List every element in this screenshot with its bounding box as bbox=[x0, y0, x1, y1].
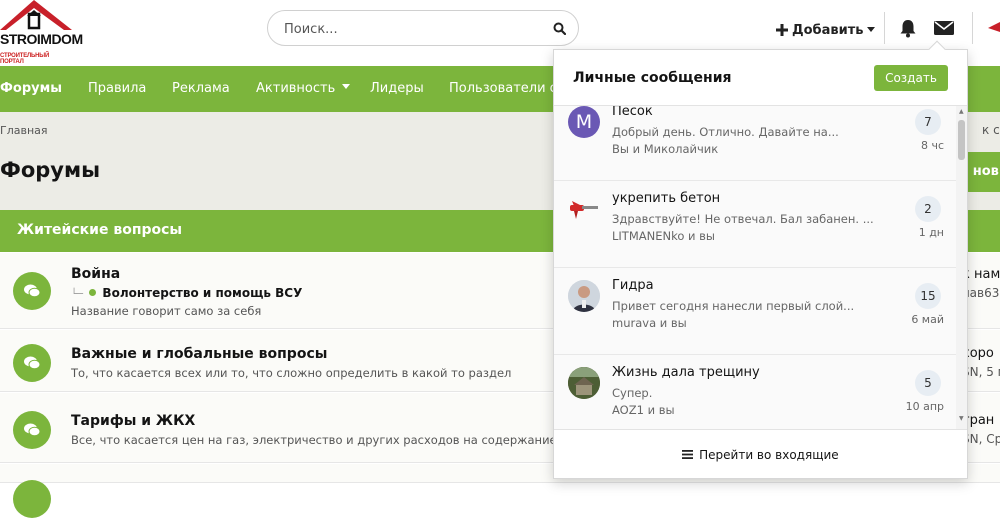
avatar[interactable] bbox=[568, 280, 600, 312]
conversation-snippet: Добрый день. Отлично. Давайте на... bbox=[612, 125, 839, 139]
forum-title[interactable]: Война bbox=[71, 266, 120, 282]
scroll-up-icon[interactable]: ▲ bbox=[959, 108, 964, 115]
forum-chat-icon bbox=[13, 344, 51, 382]
drill-avatar-icon bbox=[570, 201, 598, 219]
user-avatar-icon[interactable] bbox=[988, 20, 1000, 36]
logo-tagline: СТРОИТЕЛЬНЫЙ ПОРТАЛ bbox=[0, 53, 50, 65]
category-title: Житейские вопросы bbox=[17, 222, 183, 238]
plus-icon bbox=[776, 24, 788, 36]
search-link-peek[interactable]: к сай bbox=[982, 123, 1000, 137]
list-icon bbox=[682, 450, 694, 459]
conversation-snippet: Здравствуйте! Не отвечал. Бал забанен. .… bbox=[612, 212, 874, 226]
messages-dropdown-header: Личные сообщения Создать bbox=[554, 50, 967, 106]
nav-activity-label: Активность bbox=[256, 81, 336, 96]
forum-chat-icon bbox=[13, 411, 51, 449]
forum-description: Название говорит само за себя bbox=[71, 304, 262, 318]
reply-count-badge: 15 bbox=[915, 283, 941, 309]
conversation-participants: AOZ1 и вы bbox=[612, 403, 675, 417]
subforum-title: Волонтерство и помощь ВСУ bbox=[102, 286, 303, 300]
forum-description: То, что касается всех или то, что сложно… bbox=[71, 366, 512, 380]
conversation-subject: Жизнь дала трещину bbox=[612, 365, 760, 380]
conversation-snippet: Привет сегодня нанесли первый слой... bbox=[612, 299, 855, 313]
inbox-link-label: Перейти во входящие bbox=[699, 448, 839, 462]
house-roof-icon bbox=[0, 0, 72, 30]
inbox-link[interactable]: Перейти во входящие bbox=[554, 448, 967, 462]
conversation-item[interactable]: укрепить бетон Здравствуйте! Не отвечал.… bbox=[554, 181, 956, 268]
forum-description: Все, что касается цен на газ, электричес… bbox=[71, 433, 586, 447]
bell-icon[interactable] bbox=[899, 19, 917, 38]
conversation-subject: Гидра bbox=[612, 278, 654, 293]
reply-count-badge: 7 bbox=[915, 109, 941, 135]
conversation-time: 8 чс bbox=[920, 139, 944, 152]
conversation-snippet: Супер. bbox=[612, 386, 653, 400]
conversation-participants: Вы и Миколайчик bbox=[612, 142, 719, 156]
nav-leaders[interactable]: Лидеры bbox=[370, 66, 424, 112]
add-button-label: Добавить bbox=[792, 22, 864, 38]
reply-count-badge: 2 bbox=[915, 196, 941, 222]
forum-chat-icon bbox=[13, 480, 51, 518]
conversation-item[interactable]: Жизнь дала трещину Супер. AOZ1 и вы 5 10… bbox=[554, 355, 956, 429]
messages-dropdown-footer: Перейти во входящие bbox=[554, 429, 967, 478]
header-divider bbox=[884, 12, 885, 44]
avatar[interactable]: M bbox=[568, 106, 600, 138]
nav-activity[interactable]: Активность bbox=[256, 66, 351, 112]
site-logo[interactable]: STROIMDOM СТРОИТЕЛЬНЫЙ ПОРТАЛ bbox=[0, 0, 83, 65]
status-dot-icon bbox=[89, 289, 97, 296]
conversation-item[interactable]: M Песок Добрый день. Отлично. Давайте на… bbox=[554, 106, 956, 181]
messages-title: Личные сообщения bbox=[573, 70, 732, 86]
nav-ads[interactable]: Реклама bbox=[172, 66, 230, 112]
avatar[interactable] bbox=[568, 367, 600, 399]
conversation-subject: укрепить бетон bbox=[612, 191, 721, 206]
conversation-time: 10 апр bbox=[905, 400, 944, 413]
envelope-icon[interactable] bbox=[934, 20, 954, 36]
caret-down-icon bbox=[342, 84, 351, 89]
conversation-participants: murava и вы bbox=[612, 316, 687, 330]
conversation-participants: LITMANENko и вы bbox=[612, 229, 716, 243]
person-photo-avatar-icon bbox=[568, 280, 600, 312]
nav-forums[interactable]: Форумы bbox=[0, 66, 62, 112]
breadcrumb[interactable]: Главная bbox=[0, 124, 48, 137]
nav-rules[interactable]: Правила bbox=[88, 66, 146, 112]
scrollbar-thumb[interactable] bbox=[958, 120, 965, 160]
conversation-item[interactable]: Гидра Привет сегодня нанесли первый слой… bbox=[554, 268, 956, 355]
search-input[interactable] bbox=[282, 19, 532, 39]
avatar[interactable] bbox=[568, 193, 600, 225]
house-photo-avatar-icon bbox=[568, 367, 600, 399]
create-message-button[interactable]: Создать bbox=[874, 65, 948, 91]
forum-chat-icon bbox=[13, 272, 51, 310]
search-box[interactable] bbox=[267, 10, 579, 46]
reply-count-badge: 5 bbox=[915, 370, 941, 396]
conversation-time: 1 дн bbox=[918, 226, 944, 239]
conversation-time: 6 май bbox=[911, 313, 944, 326]
page-title: Форумы bbox=[0, 158, 101, 182]
messages-dropdown: Личные сообщения Создать M Песок Добрый … bbox=[553, 40, 968, 479]
conversation-subject: Песок bbox=[612, 106, 653, 119]
scroll-down-icon[interactable]: ▼ bbox=[959, 415, 964, 422]
header-divider bbox=[972, 12, 973, 44]
forum-title[interactable]: Тарифы и ЖКХ bbox=[71, 413, 195, 429]
caret-down-icon bbox=[867, 27, 876, 32]
add-button[interactable]: Добавить bbox=[776, 20, 876, 40]
conversation-list: M Песок Добрый день. Отлично. Давайте на… bbox=[554, 106, 967, 429]
logo-brand-text: STROIMDOM bbox=[0, 31, 83, 47]
search-icon[interactable] bbox=[553, 22, 566, 35]
nav-members[interactable]: Пользователи о bbox=[449, 66, 558, 112]
tree-branch-icon: └─ bbox=[71, 289, 84, 300]
forum-title[interactable]: Важные и глобальные вопросы bbox=[71, 346, 327, 362]
conversation-scrollbar[interactable]: ▲ ▼ bbox=[956, 106, 967, 429]
subforum-link[interactable]: └─ Волонтерство и помощь ВСУ bbox=[71, 286, 302, 300]
